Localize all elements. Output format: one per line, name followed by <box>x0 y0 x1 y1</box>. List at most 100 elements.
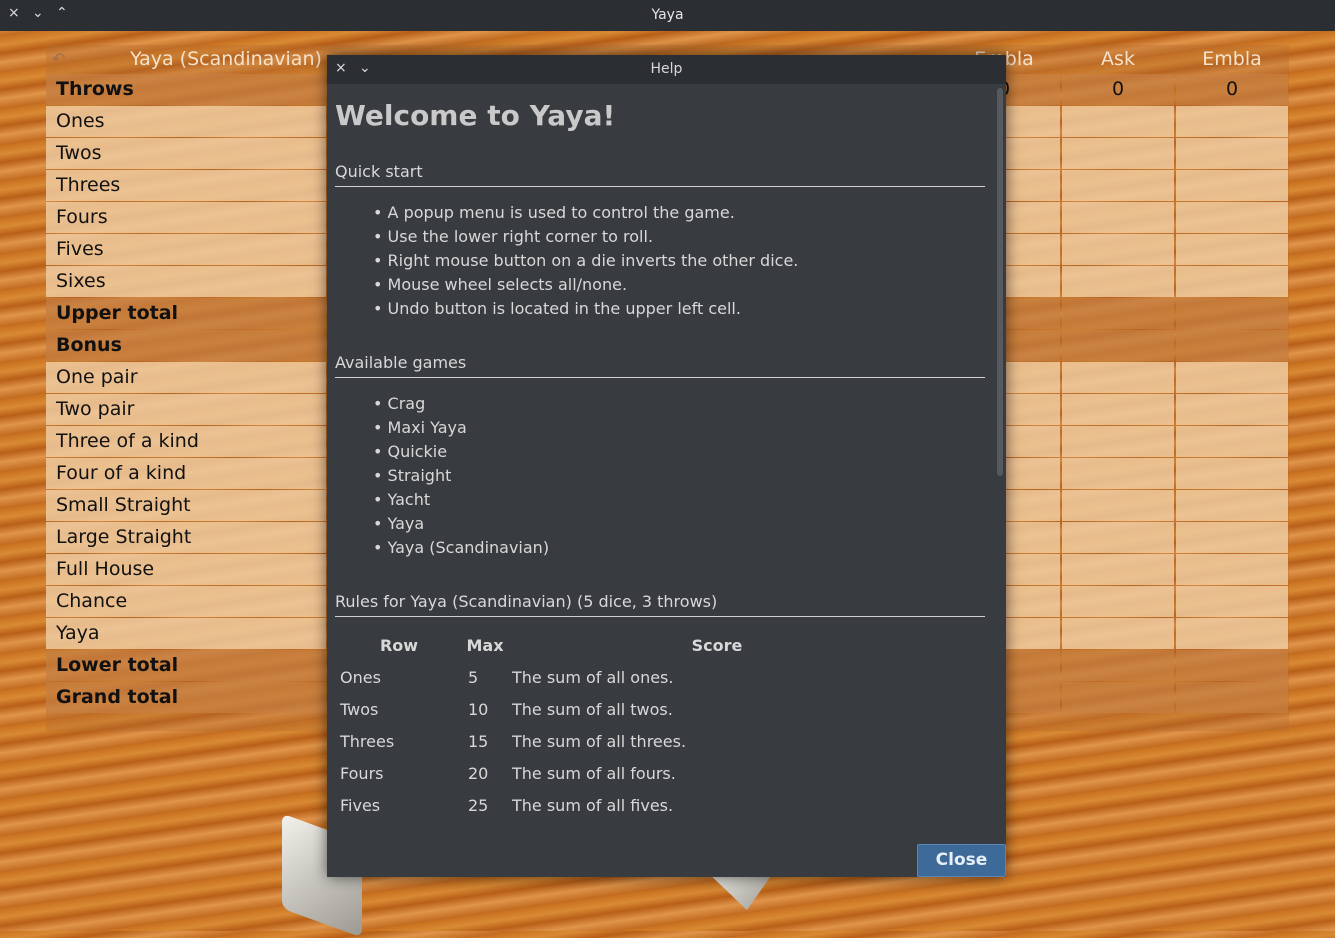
score-cell[interactable]: 0 <box>1062 74 1174 105</box>
score-cell[interactable] <box>1176 298 1288 329</box>
score-cell[interactable] <box>1062 586 1174 617</box>
table-cell: 10 <box>468 699 489 719</box>
help-dialog: × ⌄ Help Welcome to Yaya! Quick start A … <box>327 55 1006 877</box>
score-cell[interactable] <box>1062 426 1174 457</box>
table-cell: 30 <box>463 821 507 824</box>
row-label: Upper total <box>46 298 326 329</box>
scrollbar[interactable] <box>997 88 1003 476</box>
list-item: Mouse wheel selects all/none. <box>373 275 985 299</box>
games-list: CragMaxi YayaQuickieStraightYachtYayaYay… <box>373 394 985 562</box>
row-label: Twos <box>46 138 326 169</box>
row-label: Threes <box>46 170 326 201</box>
score-cell[interactable] <box>1062 554 1174 585</box>
table-cell: 20 <box>468 763 489 783</box>
row-label: Full House <box>46 554 326 585</box>
row-label: Throws <box>46 74 326 105</box>
table-cell: The sum of all sixes. <box>507 821 927 824</box>
score-cell[interactable] <box>1176 234 1288 265</box>
score-cell[interactable] <box>1062 234 1174 265</box>
table-row: Threes 15 The sum of all threes. <box>335 725 927 757</box>
table-cell: 5 <box>468 667 479 687</box>
list-item: Right mouse button on a die inverts the … <box>373 251 985 275</box>
list-item: Yaya (Scandinavian) <box>373 538 985 562</box>
close-button[interactable]: Close <box>917 844 1006 877</box>
list-item: Quickie <box>373 442 985 466</box>
score-cell[interactable] <box>1176 522 1288 553</box>
window-titlebar: × ⌄ ⌃ Yaya <box>0 0 1335 31</box>
score-cell[interactable] <box>1176 426 1288 457</box>
score-cell[interactable] <box>1176 202 1288 233</box>
score-cell[interactable] <box>1176 458 1288 489</box>
row-label: Small Straight <box>46 490 326 521</box>
score-cell[interactable] <box>1176 266 1288 297</box>
score-cell[interactable] <box>1176 394 1288 425</box>
row-label: Two pair <box>46 394 326 425</box>
list-item: A popup menu is used to control the game… <box>373 203 985 227</box>
score-cell[interactable] <box>1062 266 1174 297</box>
score-cell[interactable] <box>1062 458 1174 489</box>
score-cell[interactable] <box>1062 106 1174 137</box>
table-cell: 15 <box>468 731 489 751</box>
player-header[interactable]: Ask <box>1062 45 1174 74</box>
table-cell: Twos <box>340 699 379 719</box>
score-cell[interactable] <box>1062 490 1174 521</box>
rules-heading: Rules for Yaya (Scandinavian) (5 dice, 3… <box>335 592 985 617</box>
score-cell[interactable] <box>1062 682 1174 713</box>
score-cell[interactable] <box>1176 170 1288 201</box>
score-cell[interactable] <box>1176 106 1288 137</box>
player-header[interactable]: Embla <box>1176 45 1288 74</box>
table-cell: The sum of all ones. <box>512 667 674 687</box>
row-label: Ones <box>46 106 326 137</box>
score-cell[interactable] <box>1062 298 1174 329</box>
row-label: Lower total <box>46 650 326 681</box>
score-cell[interactable] <box>1176 650 1288 681</box>
table-cell: Fives <box>340 795 381 815</box>
score-cell[interactable] <box>1062 650 1174 681</box>
table-cell: Threes <box>340 731 395 751</box>
game-name-header: Yaya (Scandinavian) <box>130 48 322 70</box>
list-item: Undo button is located in the upper left… <box>373 299 985 323</box>
row-label: Fives <box>46 234 326 265</box>
col-header: Row <box>379 635 419 655</box>
list-item: Yacht <box>373 490 985 514</box>
score-cell[interactable] <box>1062 138 1174 169</box>
row-label: Bonus <box>46 330 326 361</box>
row-label: Yaya <box>46 618 326 649</box>
score-cell[interactable] <box>1176 362 1288 393</box>
list-item: Yaya <box>373 514 985 538</box>
table-cell: Sixes <box>335 821 463 824</box>
score-cell[interactable] <box>1176 586 1288 617</box>
row-label: Chance <box>46 586 326 617</box>
score-cell[interactable] <box>1062 618 1174 649</box>
row-label: Three of a kind <box>46 426 326 457</box>
score-cell[interactable] <box>1176 138 1288 169</box>
table-cell: The sum of all threes. <box>512 731 687 751</box>
list-item: Use the lower right corner to roll. <box>373 227 985 251</box>
table-cell: The sum of all twos. <box>512 699 673 719</box>
table-row: Twos 10 The sum of all twos. <box>335 693 927 725</box>
list-item: Straight <box>373 466 985 490</box>
table-cell: Ones <box>340 667 381 687</box>
table-cell: 25 <box>468 795 489 815</box>
score-cell[interactable] <box>1062 522 1174 553</box>
score-cell[interactable] <box>1176 682 1288 713</box>
score-cell[interactable] <box>1062 330 1174 361</box>
score-cell[interactable] <box>1176 618 1288 649</box>
score-cell[interactable] <box>1062 170 1174 201</box>
table-cell: Fours <box>340 763 384 783</box>
row-label: Sixes <box>46 266 326 297</box>
score-cell[interactable]: 0 <box>1176 74 1288 105</box>
help-title: Help <box>650 61 683 77</box>
rules-table: Row Max Score Ones 5 The sum of all ones. T… <box>335 629 927 824</box>
undo-icon[interactable]: ↶ <box>52 49 65 68</box>
score-cell[interactable] <box>1062 202 1174 233</box>
score-cell[interactable] <box>1062 362 1174 393</box>
help-content: Welcome to Yaya! Quick start A popup men… <box>335 84 985 824</box>
score-cell[interactable] <box>1176 554 1288 585</box>
score-cell[interactable] <box>1062 394 1174 425</box>
table-row: Sixes30The sum of all sixes. <box>335 821 927 824</box>
col-header: Score <box>691 635 743 655</box>
score-cell[interactable] <box>1176 330 1288 361</box>
score-cell[interactable] <box>1176 490 1288 521</box>
games-heading: Available games <box>335 353 985 378</box>
